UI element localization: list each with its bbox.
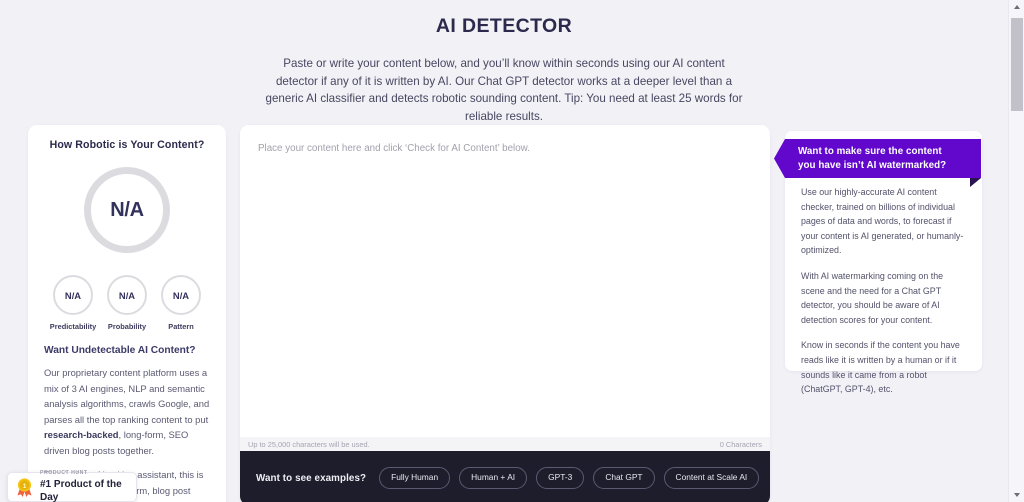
page-title: AI DETECTOR bbox=[435, 15, 573, 37]
watermark-paragraph-1: Use our highly-accurate AI content check… bbox=[801, 187, 964, 256]
metric-gauge: N/A bbox=[53, 275, 93, 315]
scroll-down-arrow-icon[interactable] bbox=[1009, 488, 1024, 502]
svg-text:1: 1 bbox=[23, 483, 27, 490]
product-hunt-text: PRODUCT HUNT #1 Product of the Day bbox=[40, 470, 128, 502]
page-scrollbar[interactable] bbox=[1008, 0, 1024, 502]
ribbon-line-2: you have isn’t AI watermarked? bbox=[798, 159, 947, 171]
metric-value: N/A bbox=[172, 289, 190, 301]
example-chip-chat-gpt[interactable]: Chat GPT bbox=[593, 467, 655, 489]
metrics-row: N/A Predictability N/A Probability N/A P… bbox=[44, 275, 210, 331]
scroll-up-arrow-icon[interactable] bbox=[1009, 0, 1024, 14]
example-chip-content-at-scale-ai[interactable]: Content at Scale AI bbox=[663, 467, 760, 489]
example-chip-gpt-3[interactable]: GPT-3 bbox=[536, 467, 585, 489]
main-gauge-wrapper: N/A bbox=[44, 167, 210, 253]
promo-text-a: Our proprietary content platform uses a … bbox=[44, 367, 210, 425]
metric-pattern: N/A Pattern bbox=[155, 275, 207, 331]
results-panel-title: How Robotic is Your Content? bbox=[49, 139, 205, 151]
content-input[interactable] bbox=[240, 125, 770, 437]
promo-text-bold: research-backed bbox=[44, 429, 119, 440]
character-count: 0 Characters bbox=[719, 439, 762, 449]
metric-predictability: N/A Predictability bbox=[47, 275, 99, 331]
metric-gauge: N/A bbox=[161, 275, 201, 315]
robotic-score-value: N/A bbox=[110, 198, 144, 221]
examples-label: Want to see examples? bbox=[256, 472, 367, 484]
ai-detector-page: AI DETECTOR Paste or write your content … bbox=[0, 0, 1024, 502]
ribbon-line-1: Want to make sure the content bbox=[798, 146, 942, 157]
product-hunt-kicker: PRODUCT HUNT bbox=[40, 470, 88, 476]
watermark-paragraph-2: With AI watermarking coming on the scene… bbox=[801, 270, 944, 325]
product-hunt-badge[interactable]: 1 PRODUCT HUNT #1 Product of the Day bbox=[7, 470, 137, 502]
watermark-ribbon-header: Want to make sure the content you have i… bbox=[774, 139, 981, 178]
metric-probability: N/A Probability bbox=[101, 275, 153, 331]
example-chip-fully-human[interactable]: Fully Human bbox=[379, 467, 451, 489]
metric-value: N/A bbox=[64, 289, 82, 301]
watermark-paragraph-3: Know in seconds if the content you have … bbox=[801, 340, 960, 395]
hero-section: AI DETECTOR Paste or write your content … bbox=[0, 0, 1008, 125]
page-subtitle: Paste or write your content below, and y… bbox=[265, 57, 743, 123]
metric-label: Pattern bbox=[168, 322, 194, 331]
content-editor-card: Up to 25,000 characters will be used. 0 … bbox=[240, 125, 770, 502]
scrollbar-thumb[interactable] bbox=[1011, 18, 1023, 111]
product-hunt-title: #1 Product of the Day bbox=[40, 479, 122, 502]
example-chip-human-plus-ai[interactable]: Human + AI bbox=[459, 467, 528, 489]
examples-bar: Want to see examples? Fully Human Human … bbox=[240, 451, 770, 502]
promo-paragraph-1: Our proprietary content platform uses a … bbox=[44, 365, 210, 458]
results-panel: How Robotic is Your Content? N/A N/A Pre… bbox=[28, 125, 226, 502]
metric-value: N/A bbox=[118, 289, 136, 301]
character-limit-note: Up to 25,000 characters will be used. bbox=[248, 439, 370, 449]
promo-heading: Want Undetectable AI Content? bbox=[44, 345, 196, 356]
medal-icon: 1 bbox=[17, 477, 32, 497]
editor-status-bar: Up to 25,000 characters will be used. 0 … bbox=[240, 437, 770, 451]
metric-label: Probability bbox=[107, 322, 147, 331]
ribbon-heading: Want to make sure the content you have i… bbox=[798, 145, 946, 172]
robotic-score-gauge: N/A bbox=[84, 167, 170, 253]
metric-label: Predictability bbox=[49, 322, 97, 331]
watermark-info-panel: Want to make sure the content you have i… bbox=[774, 131, 982, 394]
metric-gauge: N/A bbox=[107, 275, 147, 315]
